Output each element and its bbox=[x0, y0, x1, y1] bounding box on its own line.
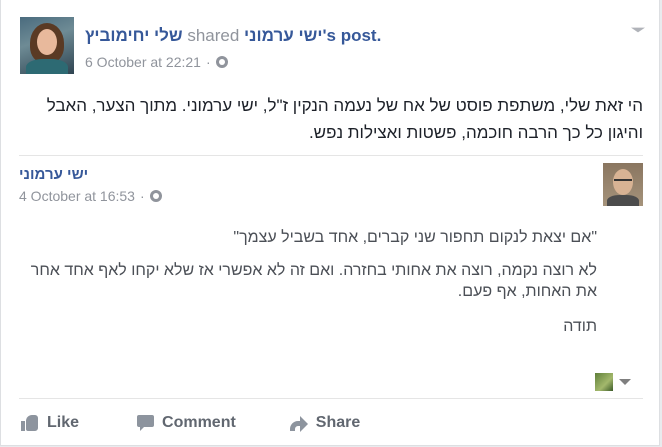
shared-paragraph-quote: "אם יצאת לנקום תחפור שני קברים, אחד בשבי… bbox=[233, 229, 597, 246]
author-name-link[interactable]: שלי יחימוביץ bbox=[85, 26, 183, 45]
shared-author-avatar[interactable] bbox=[603, 163, 643, 206]
avatar-shirt bbox=[26, 59, 68, 74]
source-possessive[interactable]: 's bbox=[322, 26, 336, 45]
avatar-body bbox=[607, 195, 639, 206]
source-author-name[interactable]: ישי ערמוני bbox=[244, 26, 322, 45]
shared-paragraph-body: לא רוצה נקמה, רוצה את אחותי בחזרה. ואם ז… bbox=[30, 262, 597, 300]
share-button[interactable]: Share bbox=[289, 414, 361, 432]
shared-meta-separator: · bbox=[139, 188, 145, 204]
like-button[interactable]: Like bbox=[21, 414, 79, 432]
share-label: Share bbox=[315, 414, 361, 431]
chevron-down-icon[interactable] bbox=[619, 379, 631, 385]
speech-bubble-icon bbox=[137, 415, 155, 431]
post-meta: 6 October at 22:21 · bbox=[85, 54, 228, 70]
post-header: שלי יחימוביץ shared ישי ערמוני's post. bbox=[85, 26, 381, 46]
shared-verb: shared bbox=[187, 26, 240, 45]
avatar-glasses bbox=[614, 179, 632, 185]
shared-post-timestamp[interactable]: 4 October at 16:53 bbox=[19, 188, 135, 204]
post-text: הי זאת שלי, משתפת פוסט של אח של נעמה הנק… bbox=[46, 96, 643, 142]
post-card: שלי יחימוביץ shared ישי ערמוני's post. 6… bbox=[0, 0, 660, 446]
comment-button[interactable]: Comment bbox=[137, 414, 236, 432]
shared-post-meta: 4 October at 16:53 · bbox=[19, 188, 162, 204]
thumbs-up-icon bbox=[21, 415, 39, 431]
share-arrow-icon bbox=[289, 415, 308, 432]
avatar-face bbox=[37, 29, 57, 55]
meta-separator: · bbox=[205, 54, 211, 70]
action-bar: Like Comment Share bbox=[19, 398, 643, 447]
post-link[interactable]: post. bbox=[341, 26, 382, 45]
comment-label: Comment bbox=[162, 414, 236, 431]
like-label: Like bbox=[47, 414, 80, 431]
source-author-link[interactable]: ישי ערמוני's bbox=[244, 26, 336, 45]
chevron-down-icon[interactable] bbox=[631, 27, 645, 33]
globe-icon[interactable] bbox=[149, 190, 162, 202]
shared-author-link[interactable]: ישי ערמוני bbox=[19, 166, 88, 183]
globe-icon[interactable] bbox=[215, 56, 228, 68]
author-avatar[interactable] bbox=[20, 17, 74, 74]
shared-paragraph-thanks: תודה bbox=[563, 318, 597, 335]
viewer-avatar-icon[interactable] bbox=[595, 373, 613, 391]
shared-post: ישי ערמוני 4 October at 16:53 · "אם יצאת… bbox=[19, 155, 643, 399]
post-timestamp[interactable]: 6 October at 22:21 bbox=[85, 54, 201, 70]
